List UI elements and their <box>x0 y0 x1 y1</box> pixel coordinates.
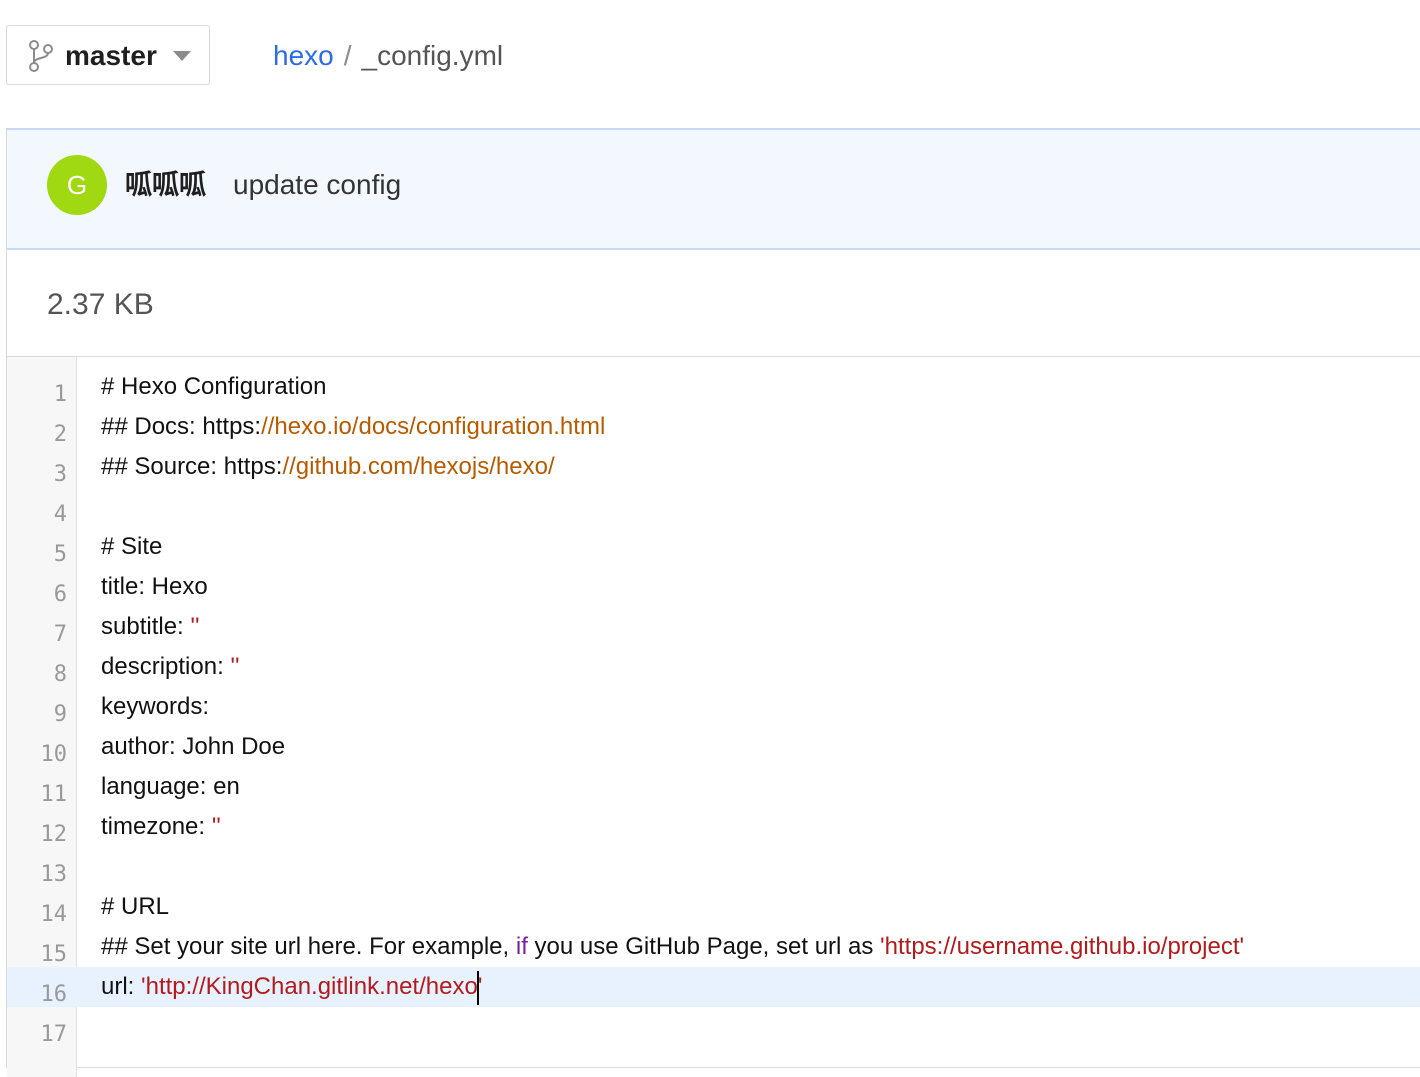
code-line[interactable]: 10 author: John Doe <box>7 727 1420 767</box>
code-line[interactable]: 6 title: Hexo <box>7 567 1420 607</box>
breadcrumb-separator: / <box>343 40 352 71</box>
code-token: url: <box>101 973 142 1000</box>
code-token-str: '' <box>190 613 200 640</box>
branch-name: master <box>65 40 157 71</box>
code-line-text[interactable]: ## Docs: https://hexo.io/docs/configurat… <box>101 407 605 447</box>
code-line[interactable]: 1 # Hexo Configuration <box>7 367 1420 407</box>
file-size: 2.37 KB <box>47 288 154 321</box>
code-line[interactable]: 5 # Site <box>7 527 1420 567</box>
code-token: you use GitHub Page, set url as <box>527 933 881 960</box>
code-line-text[interactable]: description: '' <box>101 647 240 687</box>
code-line[interactable]: 17 <box>7 1007 1420 1047</box>
code-line-text[interactable]: # Site <box>101 527 162 567</box>
code-line[interactable]: 8 description: '' <box>7 647 1420 687</box>
code-token: # URL <box>101 893 170 920</box>
code-token-str: 'https://username.github.io/project' <box>880 933 1245 960</box>
code-line[interactable]: 2 ## Docs: https://hexo.io/docs/configura… <box>7 407 1420 447</box>
code-token-str: '' <box>211 813 221 840</box>
code-line-text[interactable]: timezone: '' <box>101 807 221 847</box>
code-token: title: Hexo <box>101 573 208 600</box>
commit-author[interactable]: 呱呱呱 <box>125 168 206 202</box>
code-token-url: //hexo.io/docs/configuration.html <box>261 413 606 440</box>
breadcrumb: hexo / _config.yml <box>273 40 503 72</box>
top-bar: master hexo / _config.yml <box>0 0 1420 128</box>
code-line-text[interactable]: ## Set your site url here. For example, … <box>101 927 1244 967</box>
code-token-kw: if <box>515 933 528 960</box>
code-line-text[interactable]: # URL <box>101 887 169 927</box>
code-line-text[interactable]: language: en <box>101 767 240 807</box>
file-viewer: G 呱呱呱 update config 2.37 KB 1 # Hexo Conf… <box>6 128 1420 1077</box>
code-line-text[interactable]: subtitle: '' <box>101 607 200 647</box>
code-token: # Hexo Configuration <box>101 373 327 400</box>
code-token: ## Set your site url here. For example, <box>101 933 516 960</box>
code-token: author: John Doe <box>101 733 286 760</box>
breadcrumb-file-name: _config.yml <box>361 40 504 71</box>
commit-message[interactable]: update config <box>233 168 401 202</box>
code-token: ## Docs: https: <box>101 413 262 440</box>
code-line[interactable]: 4 <box>7 487 1420 527</box>
code-line-text[interactable]: author: John Doe <box>101 727 285 767</box>
chevron-down-icon <box>173 51 191 61</box>
code-token: timezone: <box>101 813 212 840</box>
code-line[interactable]: 13 <box>7 847 1420 887</box>
code-line[interactable]: 14 # URL <box>7 887 1420 927</box>
line-number: 17 <box>40 1022 68 1047</box>
code-line-text[interactable]: keywords: <box>101 687 209 727</box>
code-line[interactable]: 12 timezone: '' <box>7 807 1420 847</box>
code-line[interactable]: 11 language: en <box>7 767 1420 807</box>
branch-selector[interactable]: master <box>6 25 210 85</box>
code-token: ## Source: https: <box>101 453 283 480</box>
code-editor[interactable]: 1 # Hexo Configuration 2 ## Docs: https://h… <box>7 357 1420 1077</box>
file-info-bar: 2.37 KB <box>7 250 1420 357</box>
code-line-text[interactable]: ## Source: https://github.com/hexojs/hex… <box>101 447 555 487</box>
code-token-str: 'http://KingChan.gitlink.net/hexo <box>141 973 478 1000</box>
code-token: subtitle: <box>101 613 191 640</box>
code-line-text[interactable]: title: Hexo <box>101 567 208 607</box>
latest-commit-bar: G 呱呱呱 update config <box>7 130 1420 250</box>
code-token: language: en <box>101 773 240 800</box>
git-branch-icon <box>29 40 53 72</box>
code-token: description: <box>101 653 231 680</box>
code-token: # Site <box>101 533 163 560</box>
code-token-url: //github.com/hexojs/hexo/ <box>282 453 555 480</box>
code-token-str: ' <box>477 973 483 1000</box>
code-line-text[interactable]: # Hexo Configuration <box>101 367 326 407</box>
code-line[interactable]: 9 keywords: <box>7 687 1420 727</box>
code-token: keywords: <box>101 693 210 720</box>
code-line[interactable]: 3 ## Source: https://github.com/hexojs/he… <box>7 447 1420 487</box>
code-line[interactable]: 16 url: 'http://KingChan.gitlink.net/hexo… <box>7 967 1420 1007</box>
breadcrumb-repo-link[interactable]: hexo <box>273 40 334 71</box>
code-token-str: '' <box>230 653 240 680</box>
code-line[interactable]: 7 subtitle: '' <box>7 607 1420 647</box>
avatar[interactable]: G <box>47 155 107 215</box>
code-line-text[interactable]: url: 'http://KingChan.gitlink.net/hexo' <box>101 967 482 1007</box>
code-line[interactable]: 15 ## Set your site url here. For example… <box>7 927 1420 967</box>
